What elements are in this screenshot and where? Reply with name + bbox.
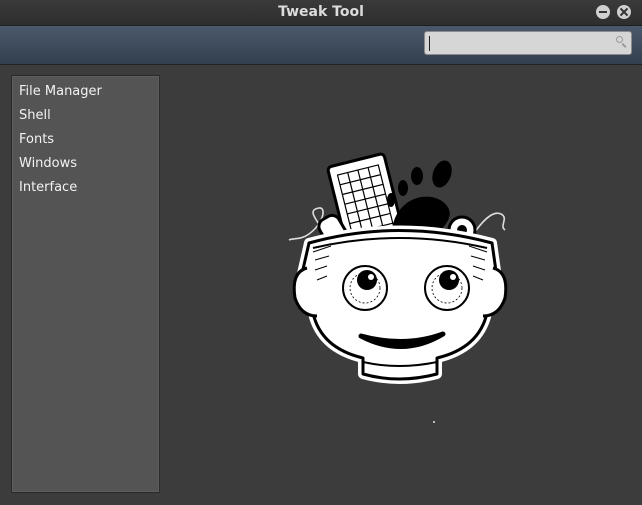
text-cursor <box>429 36 430 51</box>
sidebar-item-file-manager[interactable]: File Manager <box>12 80 159 104</box>
decorative-dot <box>433 421 435 423</box>
title-bar[interactable]: Tweak Tool <box>0 0 642 26</box>
header-toolbar <box>0 26 642 65</box>
search-input[interactable] <box>428 34 608 52</box>
minimize-icon[interactable] <box>596 5 610 19</box>
sidebar-item-interface[interactable]: Interface <box>12 176 159 200</box>
tweak-tool-window: Tweak Tool File Manager Shell Fonts Wind… <box>0 0 642 505</box>
category-list: File Manager Shell Fonts Windows Interfa… <box>12 76 159 200</box>
window-title: Tweak Tool <box>278 4 364 20</box>
tweak-tool-mascot-icon <box>288 152 508 384</box>
search-icon[interactable] <box>616 36 626 46</box>
sidebar-item-fonts[interactable]: Fonts <box>12 128 159 152</box>
close-icon[interactable] <box>617 5 631 19</box>
sidebar-item-shell[interactable]: Shell <box>12 104 159 128</box>
sidebar: File Manager Shell Fonts Windows Interfa… <box>11 75 160 493</box>
search-box[interactable] <box>424 31 632 55</box>
sidebar-item-windows[interactable]: Windows <box>12 152 159 176</box>
